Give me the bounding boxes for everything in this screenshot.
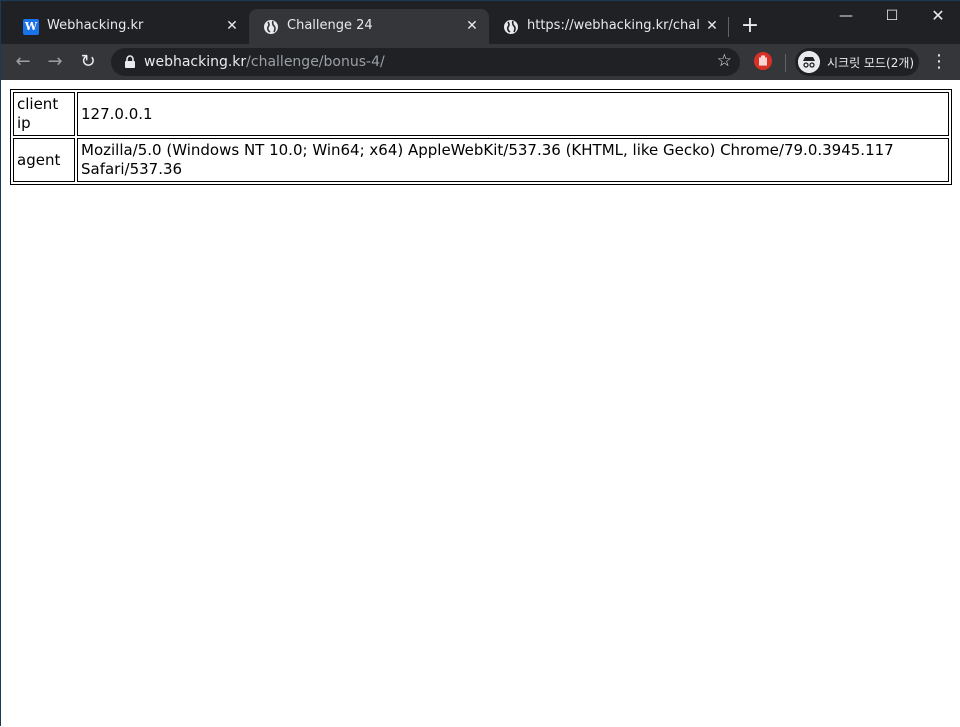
table-row: client ip 127.0.0.1: [13, 92, 949, 136]
client-ip-label: client ip: [13, 92, 75, 136]
url-host: webhacking.kr: [144, 54, 247, 70]
tab-title: Challenge 24: [287, 18, 373, 33]
tab-title: https://webhacking.kr/challenge: [527, 18, 699, 33]
request-info-table: client ip 127.0.0.1 agent Mozilla/5.0 (W…: [10, 89, 952, 185]
agent-value: Mozilla/5.0 (Windows NT 10.0; Win64; x64…: [77, 138, 949, 182]
incognito-icon: [798, 51, 820, 73]
incognito-label: 시크릿 모드(2개): [827, 56, 915, 70]
lock-icon: [125, 55, 135, 68]
tab-title: Webhacking.kr: [47, 18, 144, 33]
tab-challenge-24[interactable]: Challenge 24 ✕: [249, 9, 489, 44]
page-content: client ip 127.0.0.1 agent Mozilla/5.0 (W…: [1, 80, 960, 727]
tab-strip: W Webhacking.kr ✕ Challenge 24 ✕ https:/…: [1, 1, 960, 44]
url-path: /challenge/bonus-4/: [246, 54, 385, 70]
back-arrow-icon[interactable]: ←: [10, 49, 36, 75]
tab-separator: [728, 17, 729, 37]
tab-webhacking[interactable]: W Webhacking.kr ✕: [9, 9, 249, 44]
globe-icon: [504, 20, 518, 34]
extension-stop-hand-icon[interactable]: [754, 52, 772, 70]
globe-icon: [264, 20, 278, 34]
browser-window: W Webhacking.kr ✕ Challenge 24 ✕ https:/…: [0, 0, 960, 727]
reload-icon[interactable]: ↻: [75, 49, 101, 75]
address-bar[interactable]: webhacking.kr/challenge/bonus-4/ ☆: [111, 48, 740, 76]
toolbar-divider: [785, 54, 786, 72]
kebab-menu-icon[interactable]: ⋮: [929, 49, 949, 75]
close-tab-icon[interactable]: ✕: [463, 17, 481, 35]
maximize-icon[interactable]: ☐: [869, 1, 915, 31]
forward-arrow-icon[interactable]: →: [42, 49, 68, 75]
close-tab-icon[interactable]: ✕: [223, 17, 241, 35]
table-row: agent Mozilla/5.0 (Windows NT 10.0; Win6…: [13, 138, 949, 182]
toolbar: ← → ↻ webhacking.kr/challenge/bonus-4/ ☆: [1, 44, 960, 80]
new-tab-plus-icon[interactable]: +: [739, 15, 761, 37]
close-tab-icon[interactable]: ✕: [703, 17, 721, 35]
close-window-icon[interactable]: ✕: [915, 1, 960, 31]
url-text[interactable]: webhacking.kr/challenge/bonus-4/: [144, 54, 385, 70]
incognito-profile-button[interactable]: 시크릿 모드(2개): [795, 48, 919, 76]
bookmark-star-icon[interactable]: ☆: [717, 51, 732, 71]
tab-challenge-url[interactable]: https://webhacking.kr/challenge ✕: [489, 9, 729, 44]
client-ip-value: 127.0.0.1: [77, 92, 949, 136]
webhacking-favicon-icon: W: [23, 19, 39, 35]
minimize-icon[interactable]: —: [823, 1, 869, 31]
agent-label: agent: [13, 138, 75, 182]
